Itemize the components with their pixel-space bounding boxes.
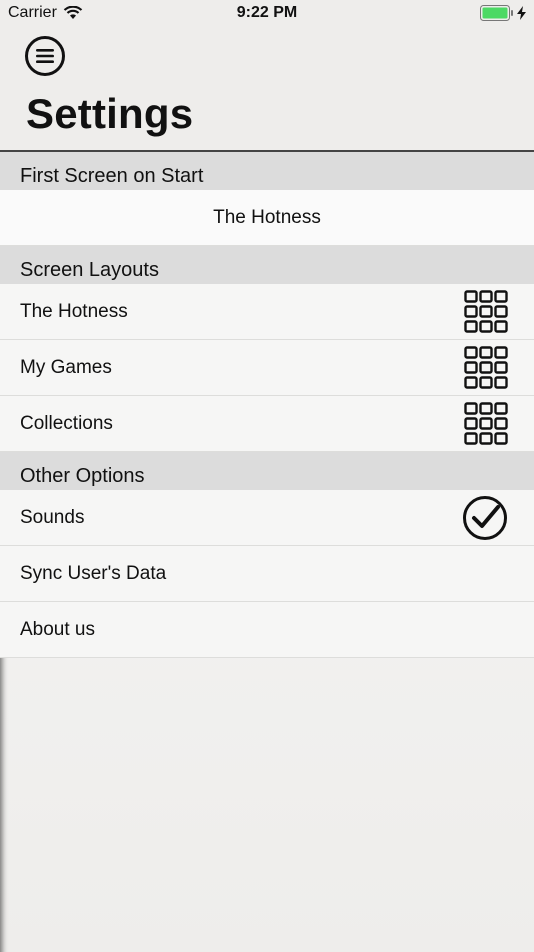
section-header-label: First Screen on Start: [20, 165, 204, 187]
list-item-label: Sync User's Data: [20, 562, 167, 584]
grid-icon[interactable]: [464, 345, 508, 390]
page-title: Settings: [26, 90, 194, 137]
layout-row-the-hotness[interactable]: The Hotness: [0, 284, 534, 340]
battery-icon: [480, 5, 513, 21]
section-header-screen-layouts: Screen Layouts: [0, 246, 534, 284]
list-item-label: About us: [20, 618, 95, 640]
layout-row-my-games[interactable]: My Games: [0, 340, 534, 396]
option-row-about-us[interactable]: About us: [0, 602, 534, 658]
list-item-label: The Hotness: [20, 300, 128, 322]
first-screen-selector[interactable]: The Hotness: [0, 190, 534, 246]
section-header-label: Other Options: [20, 465, 145, 487]
header: Settings: [0, 28, 534, 150]
list-item-label: Sounds: [20, 506, 85, 528]
charging-bolt-icon: [517, 6, 526, 20]
section-header-other-options: Other Options: [0, 452, 534, 490]
menu-button[interactable]: [25, 36, 65, 76]
option-row-sounds[interactable]: Sounds: [0, 490, 534, 546]
first-screen-value: The Hotness: [213, 206, 321, 228]
settings-list: First Screen on Start The Hotness Screen…: [0, 150, 534, 952]
battery-indicator: [480, 5, 526, 21]
status-bar: Carrier 9:22 PM: [0, 0, 534, 28]
layout-row-collections[interactable]: Collections: [0, 396, 534, 452]
grid-icon[interactable]: [464, 401, 508, 446]
option-row-sync-user-data[interactable]: Sync User's Data: [0, 546, 534, 602]
section-header-label: Screen Layouts: [20, 259, 159, 281]
grid-icon[interactable]: [464, 289, 508, 334]
checkmark-icon[interactable]: [462, 495, 508, 541]
list-item-label: Collections: [20, 412, 113, 434]
list-item-label: My Games: [20, 356, 112, 378]
clock: 9:22 PM: [236, 4, 298, 21]
section-header-first-screen: First Screen on Start: [0, 152, 534, 190]
hamburger-menu-icon: [36, 49, 54, 63]
